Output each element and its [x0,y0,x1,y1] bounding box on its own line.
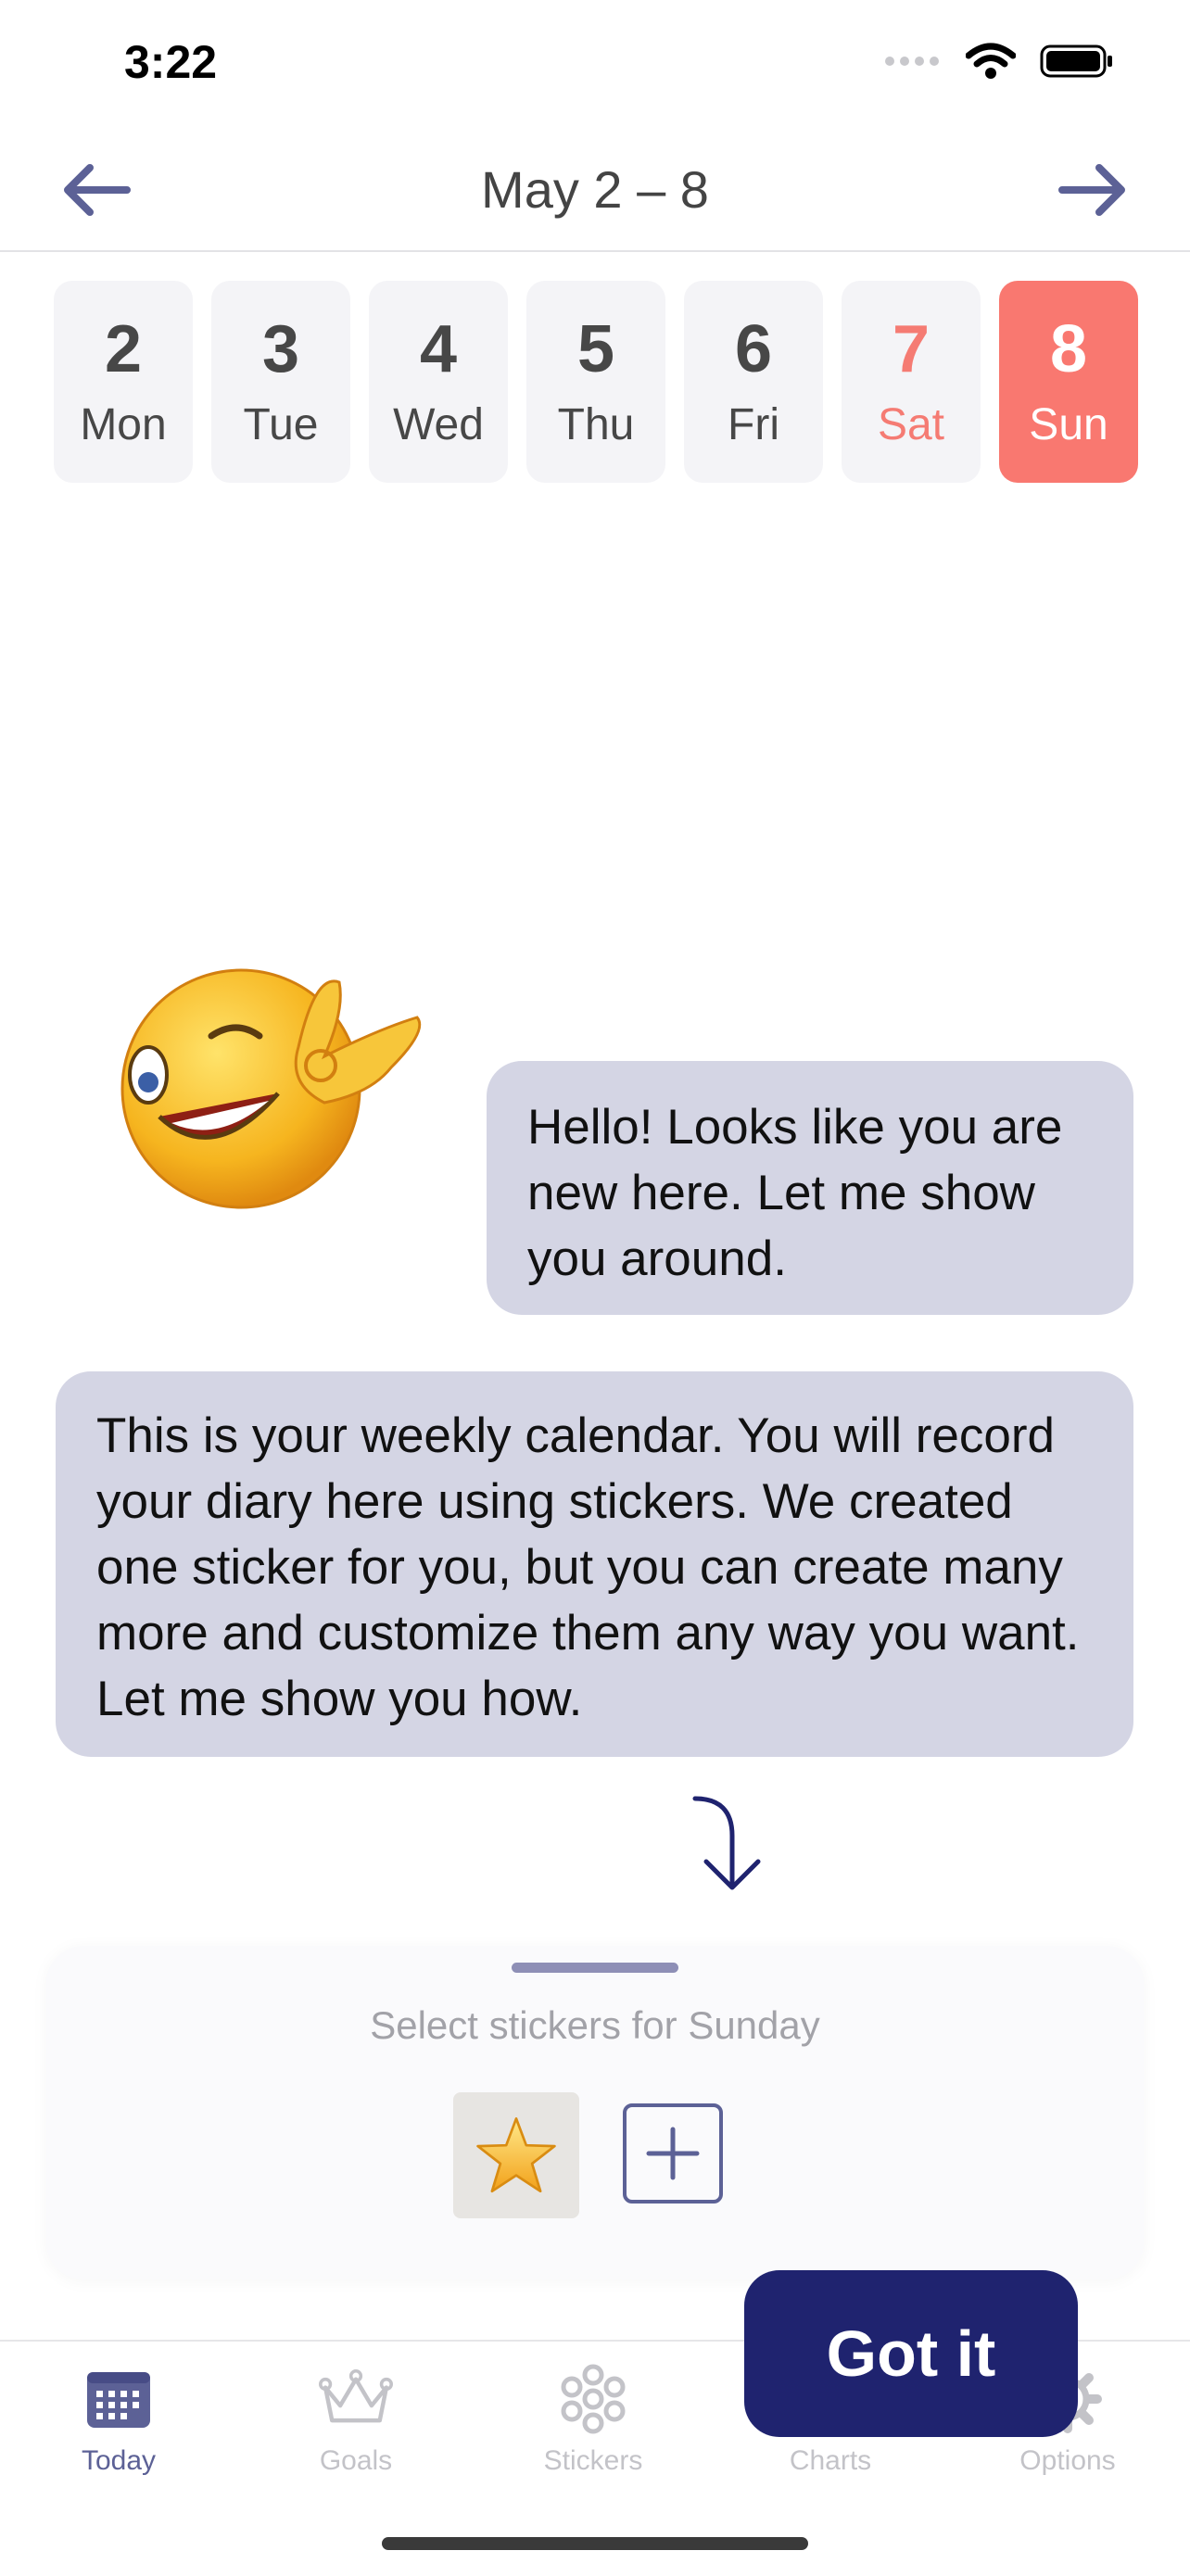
cellular-signal-icon [885,57,939,66]
next-week-button[interactable] [1052,158,1135,222]
add-sticker-button[interactable] [623,2103,723,2203]
sticker-panel-label: Select stickers for Sunday [370,2003,820,2047]
day-weekday: Thu [557,400,635,449]
wifi-icon [966,43,1016,79]
tab-stickers[interactable]: Stickers [475,2342,712,2499]
day-number: 8 [1049,312,1088,386]
day-cell-mon[interactable]: 2 Mon [54,281,193,483]
day-number: 5 [576,312,615,386]
tab-today[interactable]: Today [0,2342,237,2499]
day-cell-thu[interactable]: 5 Thu [526,281,665,483]
day-number: 2 [104,312,143,386]
day-weekday: Mon [80,400,167,449]
curved-down-arrow-icon [692,1796,761,1890]
arrow-right-icon [1058,164,1125,216]
day-cell-tue[interactable]: 3 Tue [211,281,350,483]
calendar-icon [87,2372,150,2428]
tab-goals[interactable]: Goals [237,2342,475,2499]
tab-label: Options [1019,2445,1116,2476]
day-cell-sat[interactable]: 7 Sat [842,281,981,483]
tutorial-message-bubble: Hello! Looks like you are new here. Let … [487,1061,1133,1315]
day-weekday: Sat [877,400,945,449]
day-weekday: Tue [243,400,319,449]
sticker-star-button[interactable] [453,2092,579,2218]
week-day-strip: 2 Mon 3 Tue 4 Wed 5 Thu 6 Fri 7 Sat 8 Sun [54,281,1138,483]
day-number: 7 [892,312,930,386]
star-icon [476,2117,556,2193]
tutorial-message-bubble: This is your weekly calendar. You will r… [56,1371,1133,1757]
day-cell-fri[interactable]: 6 Fri [684,281,823,483]
home-indicator[interactable] [382,2537,808,2550]
day-weekday: Wed [393,400,484,449]
day-number: 6 [734,312,773,386]
day-number: 4 [419,312,458,386]
day-cell-wed[interactable]: 4 Wed [369,281,508,483]
week-range-title: May 2 – 8 [481,160,709,219]
status-time: 3:22 [124,36,218,88]
day-cell-sun-selected[interactable]: 8 Sun [999,281,1138,483]
plus-icon [646,2127,700,2180]
crown-icon [319,2369,393,2423]
tab-label: Stickers [543,2445,643,2476]
week-header: May 2 – 8 [0,130,1190,252]
day-weekday: Sun [1029,400,1108,449]
battery-icon [1040,44,1112,78]
sticker-selection-panel: Select stickers for Sunday [46,1946,1144,2279]
winking-emoji-icon [120,968,422,1209]
got-it-button[interactable]: Got it [744,2270,1078,2437]
status-icons [884,43,1114,80]
day-weekday: Fri [728,400,779,449]
tab-label: Charts [789,2445,872,2476]
tab-label: Goals [319,2445,393,2476]
drag-handle[interactable] [512,1963,678,1973]
day-number: 3 [261,312,300,386]
tab-label: Today [81,2445,157,2476]
flower-icon [561,2364,626,2434]
